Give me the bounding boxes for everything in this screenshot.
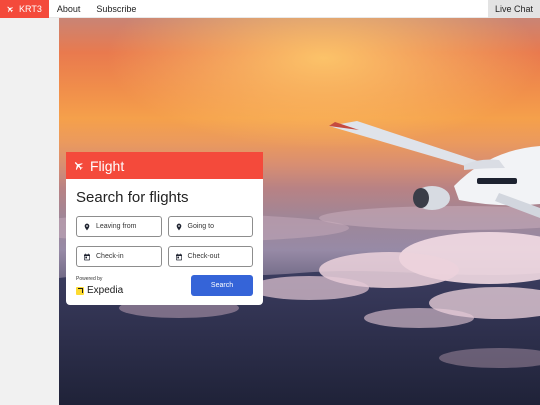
brand-link[interactable]: KRT3 xyxy=(0,0,49,18)
side-panel xyxy=(0,18,59,405)
airplane-icon xyxy=(7,6,14,12)
calendar-icon xyxy=(84,253,90,260)
check-in-input[interactable]: Check-in xyxy=(76,246,162,267)
powered-by-label: Powered by xyxy=(76,276,103,282)
brand-name: KRT3 xyxy=(19,3,42,14)
live-chat-button[interactable]: Live Chat xyxy=(487,0,540,18)
nav-about-link[interactable]: About xyxy=(49,0,89,18)
nav-subscribe-link[interactable]: Subscribe xyxy=(88,0,144,18)
flight-search-widget: Flight Search for flights Leaving from G… xyxy=(66,152,263,305)
widget-footer: Powered by Expedia Search xyxy=(76,275,253,296)
widget-title: Search for flights xyxy=(76,189,189,206)
search-button[interactable]: Search xyxy=(191,275,253,296)
calendar-icon xyxy=(175,253,182,260)
going-to-placeholder: Going to xyxy=(187,223,214,230)
dates-row: Check-in Check-out xyxy=(76,246,253,267)
going-to-input[interactable]: Going to xyxy=(167,216,253,237)
location-pin-icon xyxy=(84,223,90,230)
top-nav-bar: KRT3 About Subscribe Live Chat xyxy=(0,0,540,18)
location-pin-icon xyxy=(176,223,181,230)
leaving-from-input[interactable]: Leaving from xyxy=(76,216,162,237)
widget-header-title: Flight xyxy=(90,157,125,174)
airplane-icon xyxy=(74,162,83,171)
powered-by: Powered by Expedia xyxy=(76,276,123,296)
check-in-placeholder: Check-in xyxy=(96,253,124,260)
widget-header: Flight xyxy=(66,152,263,179)
expedia-logo: Expedia xyxy=(76,285,123,296)
expedia-name: Expedia xyxy=(87,285,124,296)
expedia-logo-icon xyxy=(76,286,84,295)
leaving-from-placeholder: Leaving from xyxy=(96,223,137,230)
widget-body: Search for flights Leaving from Going to… xyxy=(66,179,263,305)
location-row: Leaving from Going to xyxy=(76,216,253,237)
check-out-placeholder: Check-out xyxy=(187,253,220,260)
check-out-input[interactable]: Check-out xyxy=(167,246,253,267)
